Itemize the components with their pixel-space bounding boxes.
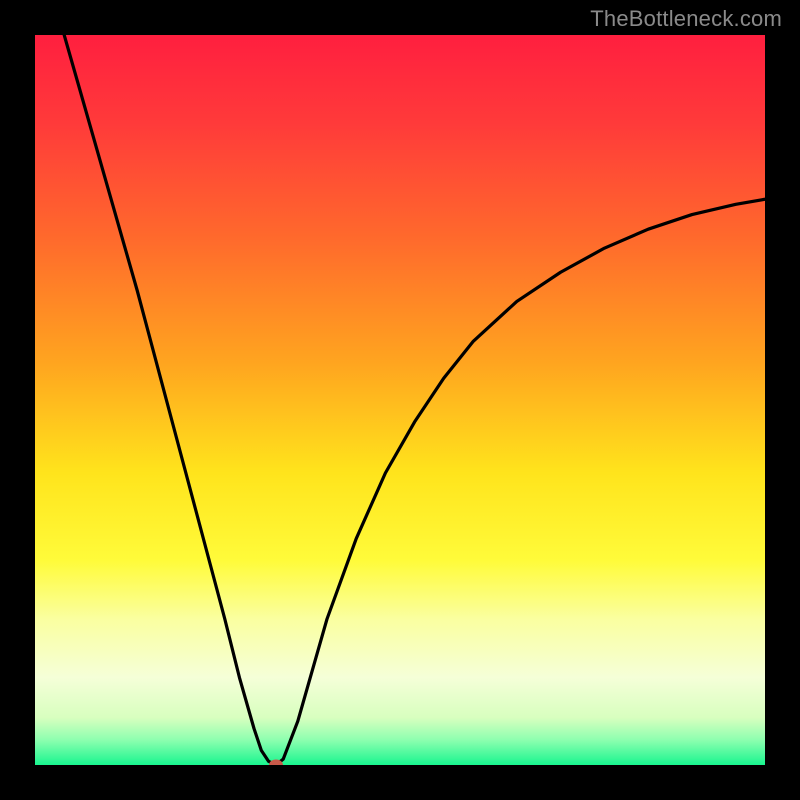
plot-area: [35, 35, 765, 765]
bottleneck-curve: [64, 35, 765, 765]
chart-frame: TheBottleneck.com: [0, 0, 800, 800]
minimum-marker-dot: [269, 760, 283, 766]
curve-layer: [35, 35, 765, 765]
watermark-text: TheBottleneck.com: [590, 6, 782, 32]
